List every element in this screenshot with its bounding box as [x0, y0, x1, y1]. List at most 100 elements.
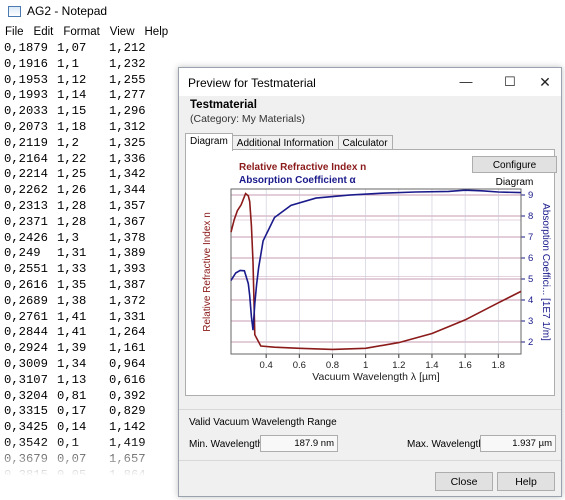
text-cell: 0,2689 — [4, 293, 48, 308]
max-wavelength-field[interactable]: 1.937 µm — [480, 435, 556, 452]
text-cell: 0,2262 — [4, 183, 48, 198]
close-button[interactable]: Close — [435, 472, 493, 491]
menu-edit[interactable]: Edit — [34, 26, 54, 42]
text-cell: 1,142 — [109, 420, 146, 435]
preview-dialog: Preview for Testmaterial — ☐ ✕ Testmater… — [178, 67, 562, 497]
text-cell: 1,255 — [109, 72, 146, 87]
x-tick-label: 1.6 — [459, 360, 472, 371]
text-line: 0,1916 1,1 1,232 — [4, 57, 146, 73]
text-cell: 1,378 — [109, 230, 146, 245]
dialog-titlebar[interactable]: Preview for Testmaterial — ☐ ✕ — [179, 68, 561, 96]
text-cell: 1,1 — [57, 56, 79, 71]
text-cell: 1,14 — [57, 88, 87, 103]
plot-area-frame — [230, 188, 522, 355]
text-cell: 1,277 — [109, 88, 146, 103]
text-cell: 0,2214 — [4, 167, 48, 182]
help-button[interactable]: Help — [497, 472, 555, 491]
x-tick-label: 0.6 — [293, 360, 306, 371]
text-cell: 0,3315 — [4, 404, 48, 419]
text-cell: 0,2426 — [4, 230, 48, 245]
text-cell: 1,28 — [57, 214, 87, 229]
text-cell: 1,325 — [109, 135, 146, 150]
configure-diagram-button[interactable]: Configure Diagram — [472, 156, 557, 188]
tab-diagram[interactable]: Diagram — [185, 133, 233, 151]
text-cell: 0,616 — [109, 372, 146, 387]
text-cell: 1,13 — [57, 372, 87, 387]
text-cell: 0,249 — [4, 246, 41, 261]
close-icon[interactable]: ✕ — [535, 73, 555, 91]
text-cell: 1,393 — [109, 262, 146, 277]
x-tick-label: 0.4 — [260, 360, 273, 371]
min-wavelength-field[interactable]: 187.9 nm — [260, 435, 338, 452]
text-cell: 1,212 — [109, 41, 146, 55]
text-cell: 1,342 — [109, 167, 146, 182]
y-tick-label: 2 — [528, 337, 533, 348]
maximize-icon[interactable]: ☐ — [500, 73, 520, 91]
text-cell: 1,344 — [109, 183, 146, 198]
text-cell: 1,3 — [57, 230, 79, 245]
text-line: 0,3315 0,17 0,829 — [4, 404, 146, 420]
text-line: 0,1993 1,14 1,277 — [4, 88, 146, 104]
text-cell: 1,232 — [109, 56, 146, 71]
text-cell: 0,3425 — [4, 420, 48, 435]
notepad-titlebar[interactable]: AG2 - Notepad — [0, 0, 310, 22]
text-line: 0,1879 1,07 1,212 — [4, 41, 146, 57]
y-axis-label-right: Absorption Coeffici... [1E7 1/m] — [540, 203, 551, 341]
text-cell: 1,18 — [57, 119, 87, 134]
text-cell: 1,22 — [57, 151, 87, 166]
text-cell: 1,372 — [109, 293, 146, 308]
text-cell: 1,28 — [57, 198, 87, 213]
text-cell: 1,33 — [57, 262, 87, 277]
min-wavelength-label: Min. Wavelength — [189, 439, 264, 450]
legend-absorption: Absorption Coefficient α — [239, 175, 357, 186]
text-cell: 1,12 — [57, 72, 87, 87]
menu-format[interactable]: Format — [63, 26, 99, 42]
text-cell: 0,2164 — [4, 151, 48, 166]
text-line: 0,2119 1,2 1,325 — [4, 136, 146, 152]
notepad-text-area[interactable]: 0,1879 1,07 1,212 0,1916 1,1 1,232 0,1953 1,12 1… — [4, 41, 146, 483]
text-cell: 0,2033 — [4, 104, 48, 119]
text-line: 0,3425 0,14 1,142 — [4, 420, 146, 436]
text-line: 0,1953 1,12 1,255 — [4, 73, 146, 89]
text-line: 0,2313 1,28 1,357 — [4, 199, 146, 215]
menu-file[interactable]: File — [5, 26, 24, 42]
text-line: 0,2761 1,41 1,331 — [4, 310, 146, 326]
menu-view[interactable]: View — [110, 26, 135, 42]
text-cell: 1,07 — [57, 41, 87, 55]
text-cell: 0,2844 — [4, 325, 48, 340]
text-line: 0,2214 1,25 1,342 — [4, 167, 146, 183]
text-cell: 1,161 — [109, 341, 146, 356]
text-cell: 0,1879 — [4, 41, 48, 55]
separator — [179, 460, 561, 461]
text-cell: 1,39 — [57, 341, 87, 356]
text-line: 0,3204 0,81 0,392 — [4, 389, 146, 405]
x-tick-label: 1.2 — [392, 360, 405, 371]
text-line: 0,2371 1,28 1,367 — [4, 215, 146, 231]
text-cell: 1,264 — [109, 325, 146, 340]
y-tick-label: 6 — [528, 253, 533, 264]
range-title: Valid Vacuum Wavelength Range — [189, 417, 337, 428]
y-tick-label: 4 — [528, 295, 533, 306]
x-axis-label: Vacuum Wavelength λ [µm] — [312, 371, 440, 383]
text-cell: 1,31 — [57, 246, 87, 261]
menu-help[interactable]: Help — [145, 26, 169, 42]
text-cell: 1,15 — [57, 104, 87, 119]
text-cell: 0,2924 — [4, 341, 48, 356]
text-cell: 0,14 — [57, 420, 87, 435]
notepad-icon — [8, 5, 21, 17]
text-cell: 0,2761 — [4, 309, 48, 324]
x-tick-label: 1 — [363, 360, 368, 371]
text-cell: 0,1916 — [4, 56, 48, 71]
y-tick-label: 7 — [528, 232, 533, 243]
text-line: 0,2164 1,22 1,336 — [4, 152, 146, 168]
diagram-panel: 0.4 0.6 0.8 1 1.2 1.4 1.6 1.8 2 3 4 5 6 7 8 9 Relative… — [185, 149, 557, 396]
y-tick-label: 9 — [528, 190, 533, 201]
text-cell: 0,3204 — [4, 388, 48, 403]
text-cell: 0,2551 — [4, 262, 48, 277]
text-cell: 1,25 — [57, 167, 87, 182]
minimize-icon[interactable]: — — [456, 73, 476, 91]
text-cell: 0,2073 — [4, 119, 48, 134]
text-line: 0,2616 1,35 1,387 — [4, 278, 146, 294]
text-line: 0,249 1,31 1,389 — [4, 246, 146, 262]
text-line: 0,3107 1,13 0,616 — [4, 373, 146, 389]
